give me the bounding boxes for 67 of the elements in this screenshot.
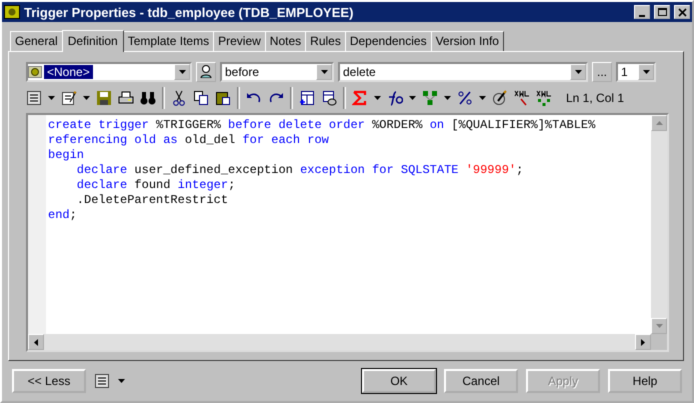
- paste-icon[interactable]: [215, 90, 231, 106]
- scrollbar-corner: [651, 334, 667, 350]
- order-dropdown[interactable]: 1: [616, 62, 656, 82]
- tab[interactable]: Dependencies: [344, 31, 432, 51]
- edit-icon[interactable]: [61, 90, 77, 106]
- template-dropdown[interactable]: <None>: [26, 62, 192, 82]
- dialog-button[interactable]: OK: [362, 369, 436, 393]
- function-icon[interactable]: [387, 90, 403, 106]
- tab[interactable]: Preview: [213, 31, 266, 51]
- code-line: .DeleteParentRestrict: [76, 193, 230, 208]
- copy-icon[interactable]: [193, 90, 209, 106]
- cut-icon[interactable]: [171, 90, 187, 106]
- print-icon[interactable]: [118, 90, 134, 106]
- dropdown-arrow-icon[interactable]: [409, 96, 416, 100]
- dropdown-arrow-icon[interactable]: [320, 70, 328, 74]
- dialog-button: Apply: [526, 369, 600, 393]
- code-line: declare user_defined_exception exception for SQLSTATE '99999';: [76, 163, 524, 178]
- code-line: create trigger %TRIGGER% before delete order %ORDER% on [%QUALIFIER%]%TABLE%: [48, 118, 596, 133]
- dropdown-arrow-icon[interactable]: [574, 70, 582, 74]
- hierarchy-icon[interactable]: [422, 90, 438, 106]
- event-dropdown[interactable]: delete: [338, 62, 588, 82]
- dropdown-arrow-icon[interactable]: [48, 96, 55, 100]
- dropdown-arrow-icon[interactable]: [642, 70, 650, 74]
- table-database-icon[interactable]: [321, 90, 337, 106]
- list-icon[interactable]: [94, 373, 110, 389]
- dropdown-arrow-icon[interactable]: [444, 96, 451, 100]
- maximize-icon[interactable]: [656, 6, 668, 18]
- markup-icon[interactable]: [514, 90, 530, 106]
- tab[interactable]: Version Info: [430, 31, 504, 51]
- binoculars-icon[interactable]: [140, 90, 156, 106]
- code-editor[interactable]: [26, 113, 669, 352]
- tab[interactable]: General: [10, 31, 63, 51]
- minimize-button[interactable]: [634, 5, 650, 19]
- tab[interactable]: Rules: [305, 31, 346, 51]
- list-icon[interactable]: [26, 90, 42, 106]
- code-line: referencing old as old_del for each row: [48, 133, 330, 148]
- cursor-position: Ln 1, Col 1: [566, 91, 624, 105]
- markup-tree-icon[interactable]: [536, 90, 552, 106]
- ellipsis-button[interactable]: ...: [592, 62, 612, 82]
- less-button[interactable]: << Less: [12, 369, 86, 393]
- scroll-right-arrow-icon[interactable]: [641, 338, 645, 346]
- tab[interactable]: Definition: [62, 30, 124, 52]
- window-title: Trigger Properties - tdb_employee (TDB_EMPLOYEE): [24, 4, 354, 20]
- pencil-icon[interactable]: [492, 90, 508, 106]
- code-line: end;: [48, 208, 78, 223]
- dialog-button[interactable]: Help: [608, 369, 682, 393]
- timing-dropdown[interactable]: before: [220, 62, 334, 82]
- maximize-button[interactable]: [654, 5, 670, 19]
- person-button[interactable]: [196, 62, 216, 82]
- close-icon[interactable]: [676, 6, 688, 18]
- person-icon: [200, 64, 212, 78]
- code-line: begin: [48, 148, 86, 163]
- percent-icon[interactable]: [457, 90, 473, 106]
- dropdown-arrow-icon[interactable]: [479, 96, 486, 100]
- dropdown-arrow-icon[interactable]: [118, 379, 125, 383]
- scroll-left-arrow-icon[interactable]: [34, 338, 38, 346]
- tab[interactable]: Notes: [264, 31, 306, 51]
- app-icon: [4, 5, 20, 19]
- dialog-button[interactable]: Cancel: [444, 369, 518, 393]
- close-button[interactable]: [674, 5, 690, 19]
- dropdown-arrow-icon[interactable]: [178, 70, 186, 74]
- save-icon[interactable]: [96, 90, 112, 106]
- table-icon[interactable]: [299, 90, 315, 106]
- dropdown-arrow-icon[interactable]: [83, 96, 90, 100]
- code-line: declare found integer;: [76, 178, 236, 193]
- dropdown-arrow-icon[interactable]: [374, 96, 381, 100]
- horizontal-scrollbar[interactable]: [28, 334, 651, 350]
